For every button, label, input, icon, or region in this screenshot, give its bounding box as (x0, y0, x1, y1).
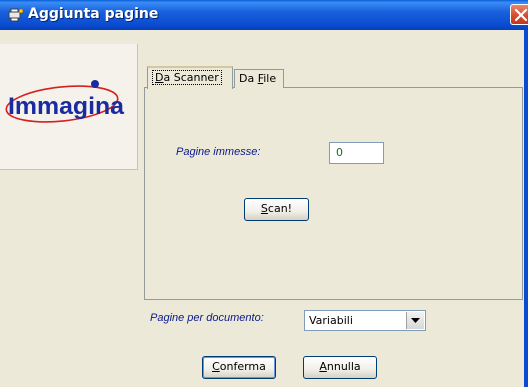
pages-per-document-label: Pagine per documento: (150, 312, 264, 324)
title-bar[interactable]: Aggiunta pagine (0, 0, 528, 30)
logo-text: Immagina (8, 93, 125, 120)
tab-da-file[interactable]: Da File (234, 69, 284, 88)
close-button[interactable] (510, 4, 528, 25)
chevron-down-icon (411, 318, 420, 323)
select-value: Variabili (309, 314, 353, 327)
scan-button[interactable]: Scan! (244, 198, 309, 221)
pages-per-document-select[interactable]: Variabili (304, 310, 426, 331)
confirm-button[interactable]: Conferma (202, 356, 276, 379)
logo-panel: Immagina (0, 44, 138, 170)
tab-panel (144, 87, 523, 300)
window-title: Aggiunta pagine (28, 6, 159, 22)
pages-entered-field[interactable]: 0 (329, 142, 384, 164)
immagina-logo: Immagina (5, 80, 125, 123)
pages-entered-label: Pagine immesse: (176, 146, 261, 158)
tab-da-scanner[interactable]: Da Scanner (147, 66, 233, 89)
window-border (524, 30, 528, 387)
close-icon (514, 8, 528, 22)
cancel-button[interactable]: Annulla (303, 356, 377, 379)
printer-scanner-icon (8, 8, 24, 22)
dialog-window: Aggiunta pagine Immagina Da Scanner Da F… (0, 0, 528, 387)
dropdown-arrow-button[interactable] (406, 312, 424, 329)
